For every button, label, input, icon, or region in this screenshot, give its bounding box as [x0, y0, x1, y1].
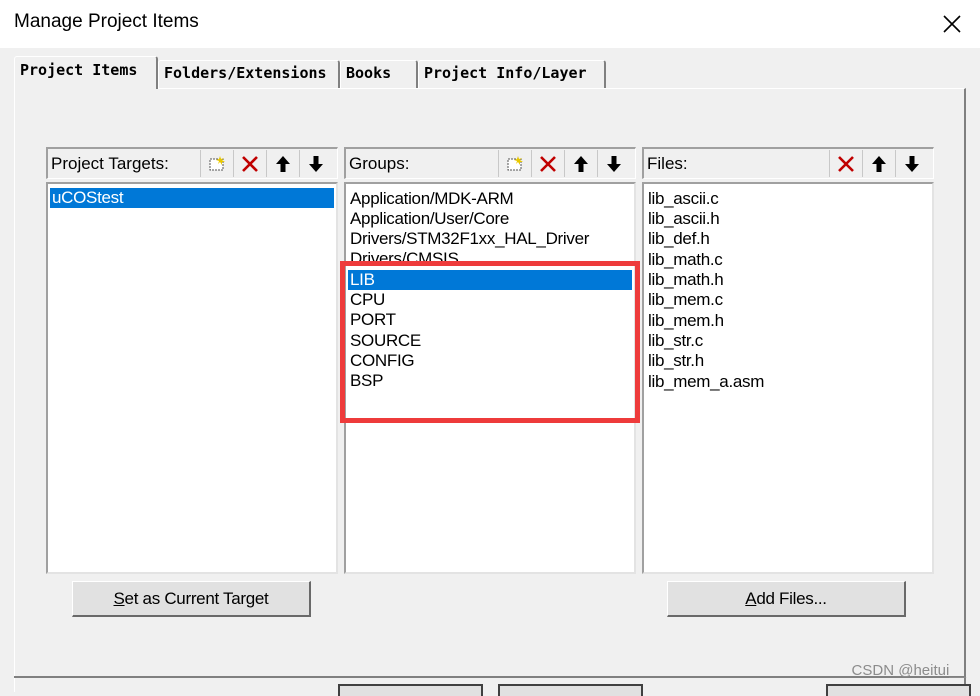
move-file-up-button[interactable] [862, 150, 894, 177]
group-item[interactable]: Application/MDK-ARM [348, 189, 514, 209]
group-item[interactable]: CONFIG [348, 351, 415, 371]
groups-list[interactable]: Application/MDK-ARM Application/User/Cor… [344, 182, 636, 574]
set-current-target-button[interactable]: Set as Current Target [72, 581, 311, 617]
watermark: CSDN @heitui__ [851, 662, 966, 679]
close-icon [943, 15, 961, 33]
delete-icon [539, 155, 556, 172]
groups-header: Groups: [344, 147, 636, 179]
group-item[interactable]: Drivers/STM32F1xx_HAL_Driver [348, 229, 589, 249]
file-item[interactable]: lib_mem.h [646, 311, 724, 331]
file-item[interactable]: lib_mem_a.asm [646, 372, 764, 392]
file-item[interactable]: lib_ascii.c [646, 189, 719, 209]
add-files-label: dd Files... [756, 588, 827, 608]
set-target-accel: S [113, 588, 125, 608]
group-item[interactable]: CPU [348, 290, 385, 310]
add-files-accel: A [745, 588, 757, 608]
delete-file-button[interactable] [829, 150, 861, 177]
group-item[interactable]: LIB [348, 270, 632, 290]
move-file-down-button[interactable] [895, 150, 927, 177]
tab-page-bottom-edge [14, 676, 966, 678]
file-item[interactable]: lib_def.h [646, 229, 710, 249]
set-target-label: et as Current Target [124, 588, 269, 608]
delete-target-button[interactable] [233, 150, 265, 177]
window-title: Manage Project Items [14, 11, 199, 32]
files-list[interactable]: lib_ascii.c lib_ascii.h lib_def.h lib_ma… [642, 182, 934, 574]
delete-group-button[interactable] [531, 150, 563, 177]
group-item[interactable]: SOURCE [348, 331, 421, 351]
tab-folders-extensions[interactable]: Folders/Extensions [158, 60, 340, 88]
move-down-icon [606, 155, 621, 172]
tab-project-info-layer[interactable]: Project Info/Layer [418, 60, 606, 88]
targets-list[interactable]: uCOStest [46, 182, 338, 574]
tab-project-items[interactable]: Project Items [14, 56, 158, 89]
tab-books[interactable]: Books [340, 60, 418, 88]
new-group-button[interactable] [498, 150, 530, 177]
move-target-down-button[interactable] [299, 150, 331, 177]
file-item[interactable]: lib_str.c [646, 331, 703, 351]
targets-header: Project Targets: [46, 147, 338, 179]
group-item[interactable]: Application/User/Core [348, 209, 509, 229]
cancel-button-partial[interactable] [498, 684, 643, 696]
files-header: Files: [642, 147, 934, 179]
help-button-partial[interactable] [826, 684, 971, 696]
group-item[interactable]: Drivers/CMSIS [348, 249, 459, 269]
target-item[interactable]: uCOStest [50, 188, 334, 208]
move-up-icon [871, 155, 886, 172]
title-bar: Manage Project Items [0, 0, 980, 48]
move-up-icon [275, 155, 290, 172]
move-group-down-button[interactable] [597, 150, 629, 177]
file-item[interactable]: lib_math.c [646, 250, 723, 270]
file-item[interactable]: lib_str.h [646, 351, 704, 371]
move-up-icon [573, 155, 588, 172]
group-item[interactable]: PORT [348, 310, 396, 330]
new-item-icon [507, 155, 523, 170]
move-group-up-button[interactable] [564, 150, 596, 177]
delete-icon [837, 155, 854, 172]
delete-icon [241, 155, 258, 172]
ok-button-partial[interactable] [338, 684, 483, 696]
file-item[interactable]: lib_ascii.h [646, 209, 720, 229]
move-target-up-button[interactable] [266, 150, 298, 177]
move-down-icon [308, 155, 323, 172]
group-item[interactable]: BSP [348, 371, 383, 391]
close-button[interactable] [924, 0, 980, 48]
file-item[interactable]: lib_mem.c [646, 290, 723, 310]
new-item-icon [209, 155, 225, 170]
new-target-button[interactable] [200, 150, 232, 177]
add-files-button[interactable]: Add Files... [667, 581, 906, 617]
move-down-icon [904, 155, 919, 172]
targets-label: Project Targets: [51, 154, 169, 173]
files-label: Files: [647, 154, 688, 173]
file-item[interactable]: lib_math.h [646, 270, 724, 290]
groups-label: Groups: [349, 154, 410, 173]
